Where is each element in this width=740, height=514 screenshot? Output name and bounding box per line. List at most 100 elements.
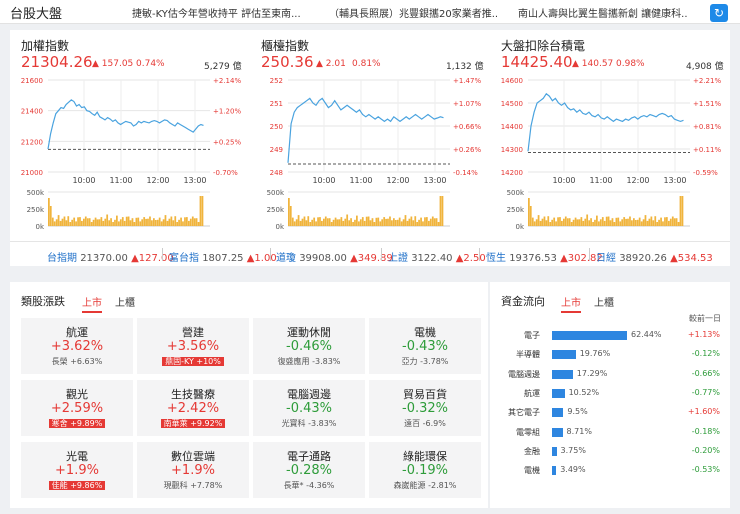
tab-otc[interactable]: 上櫃 — [115, 294, 135, 309]
tab-flow-otc[interactable]: 上櫃 — [594, 294, 614, 309]
volume-bar — [533, 221, 536, 226]
volume-bar — [619, 221, 622, 226]
sector-cell[interactable]: 電機 -0.43% 亞力 -3.78% — [369, 318, 481, 374]
sector-cell[interactable]: 航運 +3.62% 長榮 +6.63% — [21, 318, 133, 374]
sector-cell[interactable]: 生技醫療 +2.42% 南華萊 +9.92% — [137, 380, 249, 436]
volume-bar — [402, 219, 405, 227]
fund-flow-row[interactable]: 電子 62.44% +1.13% — [500, 329, 730, 343]
volume-bar — [48, 198, 50, 226]
sector-name: 貿易百貨 — [403, 388, 447, 401]
volume-bar — [186, 217, 188, 226]
sector-top-stock[interactable]: 光寶科 -3.83% — [253, 418, 365, 429]
volume-bar — [650, 216, 653, 226]
refresh-button[interactable]: ↻ — [710, 4, 728, 22]
news-headline-2[interactable]: （輔具長照展）兆豐銀攜20家業者推... — [329, 5, 497, 20]
tab-listed[interactable]: 上市 — [82, 294, 102, 313]
sector-top-stock[interactable]: 佳能 +9.86% — [21, 480, 133, 491]
fund-flow-row[interactable]: 航運 10.52% -0.77% — [500, 387, 730, 401]
vol-tick-label: 500k — [27, 189, 45, 197]
sector-top-stock[interactable]: 復盛應用 -3.83% — [253, 356, 365, 367]
volume-bar — [110, 218, 112, 227]
fund-flow-row[interactable]: 電腦週邊 17.29% -0.66% — [500, 368, 730, 382]
sector-name: 光電 — [66, 450, 88, 463]
volume-bar — [319, 217, 321, 226]
sector-cell[interactable]: 電腦週邊 -0.43% 光寶科 -3.83% — [253, 380, 365, 436]
volume-bar — [590, 218, 592, 227]
flow-bar — [552, 446, 557, 456]
volume-bar — [118, 221, 120, 226]
index-volume: 4,908 億 — [686, 62, 724, 72]
sector-top-stock[interactable]: 森崴能源 -2.81% — [369, 480, 481, 491]
fund-flow-row[interactable]: 半導體 19.76% -0.12% — [500, 348, 730, 362]
news-headline-1[interactable]: 捷敏-KY估今年營收持平 評估至東南... — [132, 5, 304, 20]
sector-name: 航運 — [66, 326, 88, 339]
volume-bar — [414, 216, 417, 227]
volume-bar — [601, 217, 604, 226]
fund-flow-row[interactable]: 電零組 8.71% -0.18% — [500, 426, 730, 440]
news-headline-3[interactable]: 南山人壽與比翼生醫攜新創 讓健康科... — [518, 5, 688, 20]
volume-bar — [326, 218, 329, 226]
sector-cell[interactable]: 運動休閒 -0.46% 復盛應用 -3.83% — [253, 318, 365, 374]
sector-pct: +3.56% — [166, 339, 220, 354]
volume-bar — [572, 219, 575, 226]
ticker-item[interactable]: 上證 3122.40 ▲2.50 — [388, 249, 486, 264]
flow-label: 電機 — [524, 466, 540, 476]
volume-bar — [596, 215, 598, 226]
volume-bar — [605, 216, 608, 226]
volume-bar — [640, 221, 643, 226]
sector-cell[interactable]: 光電 +1.9% 佳能 +9.86% — [21, 442, 133, 498]
sector-cell[interactable]: 電子通路 -0.28% 長華* -4.36% — [253, 442, 365, 498]
ticker-item[interactable]: 富台指 1807.25 ▲1.00 — [169, 249, 277, 264]
sector-top-stock[interactable]: 長榮 +6.63% — [21, 356, 133, 367]
flow-bar — [552, 408, 564, 418]
sector-top-stock[interactable]: 亞力 -3.78% — [369, 356, 481, 367]
volume-bar — [102, 220, 105, 226]
fund-flow-row[interactable]: 金融 3.75% -0.20% — [500, 445, 730, 459]
volume-bar — [420, 217, 422, 226]
sector-cell[interactable]: 綠能環保 -0.19% 森崴能源 -2.81% — [369, 442, 481, 498]
sector-cell[interactable]: 觀光 +2.59% 寒舍 +9.89% — [21, 380, 133, 436]
volume-bar — [582, 220, 585, 226]
sector-pct: -0.28% — [286, 463, 332, 478]
sector-cell[interactable]: 數位雲端 +1.9% 現觀科 +7.78% — [137, 442, 249, 498]
y-tick-label: 14400 — [501, 123, 523, 131]
x-tick-label: 13:00 — [183, 176, 206, 185]
sector-top-stock[interactable]: 南華萊 +9.92% — [137, 418, 249, 429]
index-chart-taiex: 21600 +2.14% 21400 +1.20% 21200 +0.25% 21000 -0… — [21, 77, 242, 231]
volume-bar — [83, 218, 85, 226]
y-tick-label: 249 — [270, 146, 283, 154]
vol-tick-label: 250k — [267, 206, 285, 214]
volume-bar — [564, 216, 567, 226]
sector-cell[interactable]: 營建 +3.56% 鼎固-KY +10% — [137, 318, 249, 374]
ticker-item[interactable]: 恆生 19376.53 ▲302.82 — [486, 249, 603, 264]
volume-bar — [666, 217, 668, 226]
volume-bar — [662, 221, 664, 226]
volume-bar — [303, 216, 306, 226]
x-tick-label: 10:00 — [552, 176, 575, 185]
volume-bar — [531, 217, 534, 226]
ticker-item[interactable]: 日經 38920.26 ▲534.53 — [596, 249, 713, 264]
volume-bar — [305, 220, 308, 226]
volume-bar — [537, 215, 540, 226]
sector-top-stock[interactable]: 長華* -4.36% — [253, 480, 365, 491]
volume-bar — [586, 214, 589, 226]
volume-bar — [629, 216, 631, 226]
ticker-item[interactable]: 台指期 21370.00 ▲127.00 — [47, 249, 174, 264]
volume-bar — [547, 216, 550, 227]
fund-flow-row[interactable]: 電機 3.49% -0.53% — [500, 464, 730, 478]
sector-top-stock[interactable]: 遠百 -6.9% — [369, 418, 481, 429]
sector-title: 類股漲跌 — [21, 295, 65, 308]
fund-flow-row[interactable]: 其它電子 9.5% +1.60% — [500, 406, 730, 420]
volume-bar — [541, 218, 544, 226]
sector-top-stock[interactable]: 鼎固-KY +10% — [137, 356, 249, 367]
tab-flow-listed[interactable]: 上市 — [561, 294, 581, 313]
ticker-item[interactable]: 道瓊 39908.00 ▲349.89 — [276, 249, 393, 264]
volume-bar — [664, 217, 666, 227]
volume-bar — [94, 217, 97, 226]
volume-bar — [174, 216, 177, 227]
sector-cell[interactable]: 貿易百貨 -0.32% 遠百 -6.9% — [369, 380, 481, 436]
volume-bar — [297, 215, 300, 226]
sector-top-stock[interactable]: 寒舍 +9.89% — [21, 418, 133, 429]
sector-top-stock[interactable]: 現觀科 +7.78% — [137, 480, 249, 491]
volume-bar — [393, 218, 395, 227]
